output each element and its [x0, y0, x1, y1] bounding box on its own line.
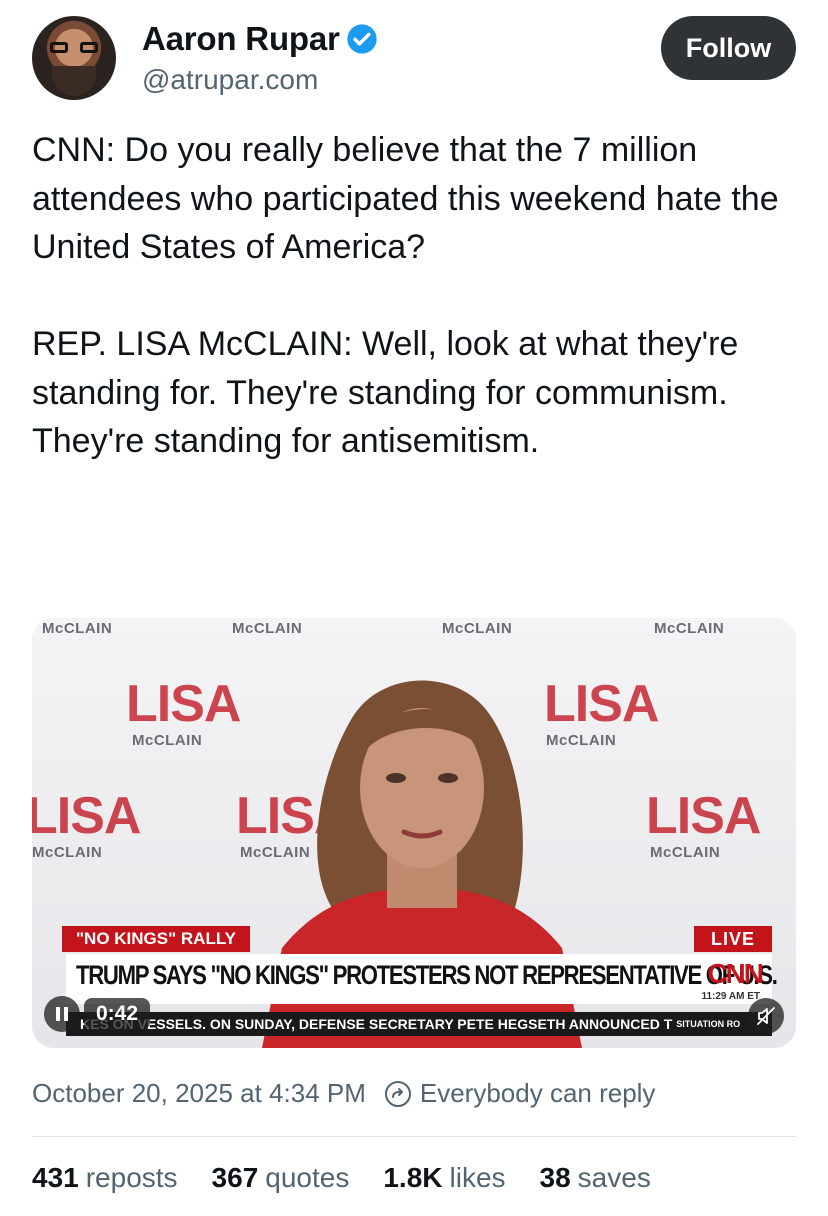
backdrop-sub-text: McCLAIN — [650, 844, 721, 861]
muted-speaker-glyph — [757, 1007, 775, 1025]
display-name[interactable]: Aaron Rupar — [142, 20, 340, 58]
cnn-logo: CNN — [707, 958, 764, 989]
quotes-count: 367 — [211, 1162, 259, 1193]
backdrop-sub-text: McCLAIN — [232, 620, 303, 637]
news-ticker: KES ON VESSELS. ON SUNDAY, DEFENSE SECRE… — [66, 1012, 772, 1036]
avatar-beard — [52, 66, 96, 96]
backdrop-sub-text: McCLAIN — [132, 732, 203, 749]
chyron-headline: TRUMP SAYS "NO KINGS" PROTESTERS NOT REP… — [76, 960, 778, 990]
post-timestamp[interactable]: October 20, 2025 at 4:34 PM — [32, 1078, 366, 1109]
backdrop-name-text: LISA — [126, 675, 241, 733]
post-paragraph-2: REP. LISA McCLAIN: Well, look at what th… — [32, 325, 739, 460]
muted-speaker-icon[interactable] — [748, 998, 784, 1034]
reply-setting-text: Everybody can reply — [419, 1078, 656, 1108]
backdrop-sub-text: McCLAIN — [654, 620, 725, 637]
quotes-stat[interactable]: 367 quotes — [212, 1162, 350, 1194]
engagement-stats: 431 reposts 367 quotes 1.8K likes 38 saves — [32, 1162, 685, 1194]
broadcast-time: 11:29 AM ET — [701, 991, 760, 1002]
saves-stat[interactable]: 38 saves — [540, 1162, 651, 1194]
reposts-count: 431 — [32, 1162, 79, 1193]
likes-stat[interactable]: 1.8K likes — [383, 1162, 505, 1194]
live-badge: LIVE — [694, 926, 772, 952]
pause-icon[interactable] — [44, 996, 80, 1032]
post-paragraph-1: CNN: Do you really believe that the 7 mi… — [32, 131, 779, 266]
saves-count: 38 — [539, 1162, 571, 1193]
quotes-label: quotes — [265, 1162, 350, 1193]
avatar[interactable] — [32, 16, 116, 100]
saves-label: saves — [577, 1162, 651, 1193]
verified-badge-icon — [346, 24, 377, 54]
video-player[interactable]: McCLAIN McCLAIN McCLAIN McCLAIN LISA McC… — [32, 618, 796, 1048]
likes-label: likes — [449, 1162, 506, 1193]
reposts-stat[interactable]: 431 reposts — [32, 1162, 178, 1194]
playback-controls: 0:42 — [44, 996, 151, 1032]
follow-button[interactable]: Follow — [661, 16, 796, 80]
backdrop-sub-text: McCLAIN — [42, 620, 113, 637]
backdrop-name-text: LISA — [646, 787, 761, 845]
ticker-text: KES ON VESSELS. ON SUNDAY, DEFENSE SECRE… — [80, 1016, 673, 1032]
likes-count: 1.8K — [383, 1162, 443, 1193]
reposts-label: reposts — [85, 1162, 178, 1193]
ticker-tag: SITUATION RO — [676, 1019, 741, 1029]
post-text: CNN: Do you really believe that the 7 mi… — [32, 126, 796, 466]
avatar-glasses — [50, 42, 98, 54]
video-duration: 0:42 — [84, 998, 151, 1030]
chyron-tag: "NO KINGS" RALLY — [62, 926, 251, 952]
divider — [32, 1136, 796, 1137]
reply-settings-icon — [384, 1080, 411, 1107]
name-row: Aaron Rupar — [142, 20, 378, 58]
backdrop-sub-text: McCLAIN — [442, 620, 513, 637]
post-meta: October 20, 2025 at 4:34 PM Everybody ca… — [32, 1078, 655, 1109]
post-header: Aaron Rupar @atrupar.com Follow — [32, 16, 796, 100]
chyron-headline-bar: TRUMP SAYS "NO KINGS" PROTESTERS NOT REP… — [66, 954, 778, 1004]
backdrop-name-text: LISA — [32, 787, 141, 845]
backdrop-sub-text: McCLAIN — [32, 844, 103, 861]
handle[interactable]: @atrupar.com — [142, 64, 318, 96]
